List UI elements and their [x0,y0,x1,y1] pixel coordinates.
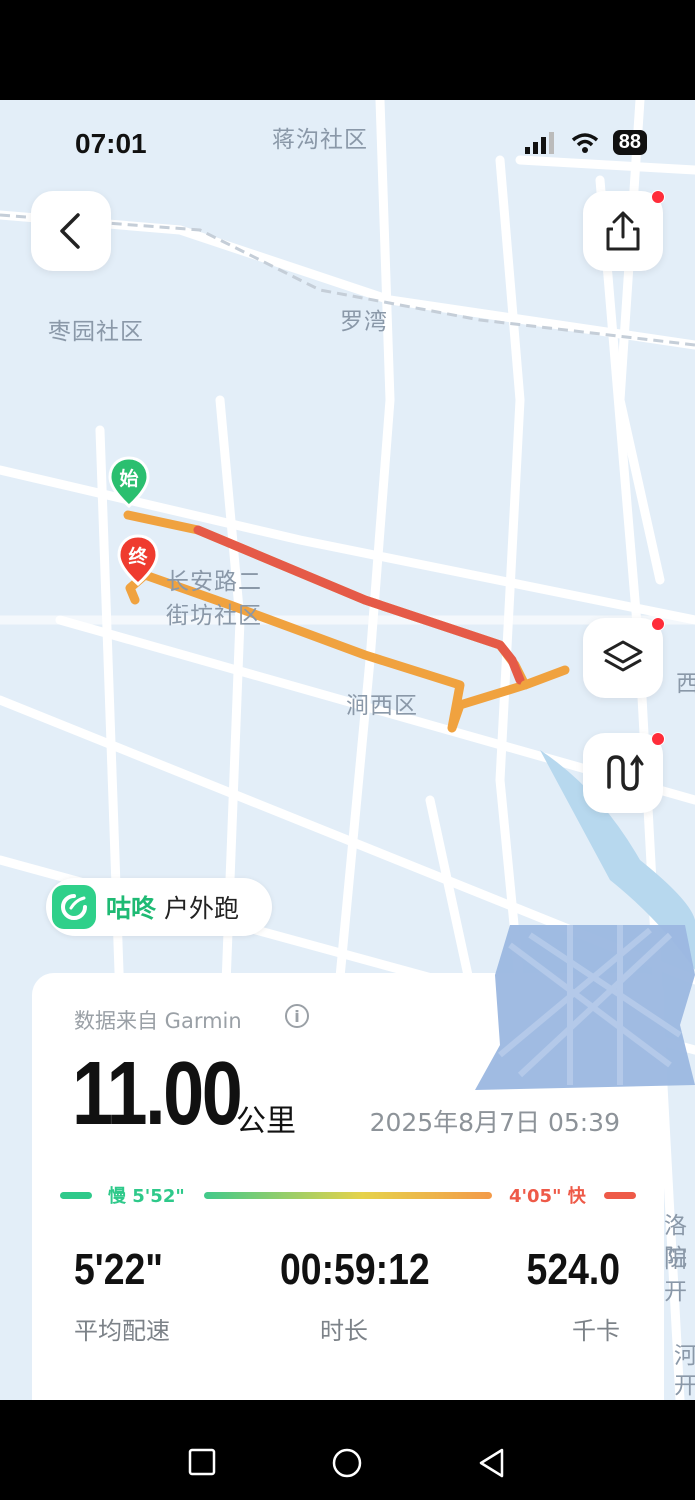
map-layers-button[interactable] [583,618,663,698]
battery-icon: 88 [612,130,647,155]
map-label: 街坊社区 [166,603,262,629]
share-button[interactable] [583,191,663,271]
avg-pace-value: 5'22" [74,1245,164,1294]
brand-name: 咕咚 [106,894,157,923]
distance-unit: 公里 [236,1104,296,1139]
pace-slow-swatch [60,1192,92,1199]
redaction-scribble [475,925,695,1090]
duration-value: 00:59:12 [280,1245,430,1294]
avg-pace-label: 平均配速 [74,1317,170,1345]
brand-logo-icon [52,885,96,929]
signal-icon [524,131,554,154]
calories-label: 千卡 [572,1317,620,1345]
start-marker-label: 始 [119,468,139,490]
nav-back-icon[interactable] [477,1447,507,1479]
data-source-text: 数据来自 Garmin [74,1009,242,1033]
map-label: 枣园社区 [48,319,144,345]
pace-fast-swatch [604,1192,636,1199]
distance-value: 11.00 [72,1044,243,1144]
map-label: 开 [674,1373,695,1399]
pace-legend: 慢 5'52" 4'05" 快 [60,1179,636,1209]
start-marker[interactable]: 始 [108,456,150,508]
top-black-band [0,0,695,100]
map-label: 蒋沟社区 [272,127,368,153]
map-label: 院开 [664,1245,688,1305]
system-nav-bar [0,1400,695,1500]
nav-home-icon[interactable] [331,1447,363,1479]
layers-icon [603,640,643,672]
route-notification-dot [651,732,665,746]
calories-value: 524.0 [526,1245,620,1294]
map-label: 河 [674,1343,695,1369]
route-icon [607,754,644,791]
share-notification-dot [651,190,665,204]
map-label: 西 [676,671,695,697]
activity-datetime: 2025年8月7日 05:39 [369,1108,620,1137]
wifi-icon [571,132,598,153]
route-replay-button[interactable] [583,733,663,813]
activity-type: 户外跑 [164,894,240,923]
pace-fast-label: 4'05" 快 [509,1186,586,1207]
info-icon[interactable]: i [285,1004,309,1028]
pace-slow-label: 慢 5'52" [108,1186,185,1207]
nav-recents-icon[interactable] [188,1448,218,1478]
map-label: 长安路二 [166,569,262,595]
end-marker-label: 终 [128,546,148,568]
back-button[interactable] [31,191,111,271]
back-icon [60,213,80,249]
map-label: 涧西区 [346,693,418,719]
brand-badge: 咕咚 户外跑 [46,878,272,936]
pace-gradient-bar [204,1192,492,1199]
status-icons: 88 [524,130,647,155]
route-tail-segment [520,665,570,690]
layers-notification-dot [651,617,665,631]
share-icon [606,211,640,251]
map-label: 罗湾 [340,309,388,335]
duration-label: 时长 [320,1317,368,1345]
end-marker[interactable]: 终 [117,534,159,586]
status-time: 07:01 [75,128,147,159]
app-screen: 蒋沟社区 枣园社区 罗湾 长安路二 街坊社区 涧西区 西 洛阳 院开 河 开 始… [0,100,695,1400]
